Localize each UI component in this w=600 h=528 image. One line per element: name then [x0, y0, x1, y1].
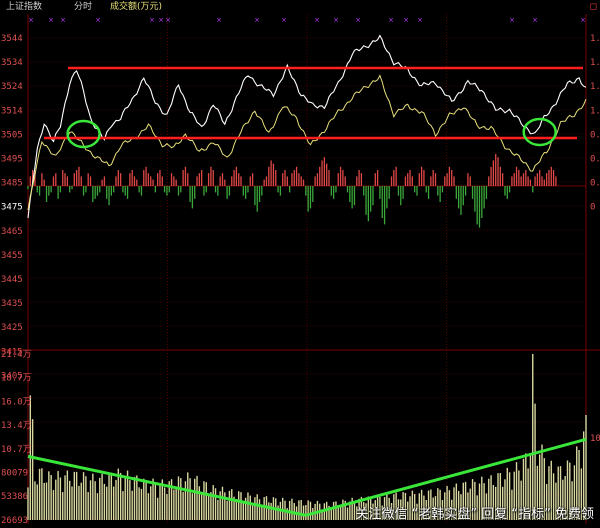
- mode-label: 分时: [74, 2, 93, 12]
- marker-x: ×: [95, 16, 101, 24]
- right-tick-label: 0.2: [590, 179, 600, 189]
- y-tick-label: 3425: [1, 323, 23, 333]
- marker-x: ×: [355, 16, 361, 24]
- y-tick-label: 3435: [1, 299, 23, 309]
- marker-x: ×: [216, 16, 222, 24]
- y-tick-label: 3544: [1, 34, 23, 44]
- marker-x: ×: [149, 16, 155, 24]
- intraday-chart: × × × × × × × × × × × × × × × × × × × 35443534352435143505…: [0, 14, 600, 526]
- marker-x: ×: [165, 16, 171, 24]
- watermark-text: 关注微信 “老韩实盘” 回复 “指标” 免费领: [355, 507, 594, 522]
- y-tick-label: 3524: [1, 82, 23, 92]
- volume-tick-label: 18.7万: [1, 374, 32, 384]
- marker-x: ×: [532, 16, 538, 24]
- macd-bars: [27, 154, 557, 228]
- y-tick-label: 3465: [1, 227, 23, 237]
- right-tick-label: 1.3: [590, 82, 600, 92]
- marker-x: ×: [254, 16, 260, 24]
- right-tick-label: 0.7: [590, 130, 600, 140]
- volume-tick-label: 80079: [1, 469, 28, 479]
- marker-x: ×: [388, 16, 394, 24]
- marker-x: ×: [28, 16, 34, 24]
- y-tick-label: 3505: [1, 130, 23, 140]
- right-tick-label: 0: [590, 203, 595, 213]
- right-tick-label: 1.6: [590, 58, 600, 68]
- volume-legend: 成交额(万元): [110, 2, 163, 12]
- y-tick-label: 3485: [1, 179, 23, 189]
- right-tick-label: 1.0: [590, 106, 600, 116]
- right-axis-ticks: 1.9 1.6 1.3 1.0 0.7 0.5 0.2 0 10: [590, 34, 600, 444]
- y-tick-label: 3475: [1, 203, 23, 213]
- marker-x: ×: [509, 16, 515, 24]
- corner-icon: ◻: [589, 2, 597, 12]
- volume-tick-label: 10.7万: [1, 445, 32, 455]
- y-tick-label: 3455: [1, 251, 23, 261]
- volume-tick-label: 13.4万: [1, 421, 32, 431]
- marker-x: ×: [417, 16, 423, 24]
- marker-x: ×: [403, 16, 409, 24]
- y-axis-ticks: 3544 3534 3524 3514 3505 3495 3485 3475 3465 3455…: [1, 34, 32, 526]
- y-tick-label: 3514: [1, 106, 23, 116]
- marker-x: ×: [333, 16, 339, 24]
- y-tick-label: 3445: [1, 275, 23, 285]
- index-title: 上证指数: [6, 2, 43, 12]
- marker-x: ×: [580, 16, 586, 24]
- y-tick-label: 3495: [1, 155, 23, 165]
- marker-x: ×: [158, 16, 164, 24]
- marker-x: ×: [60, 16, 66, 24]
- right-tick-label: 0.5: [590, 155, 600, 165]
- marker-x: ×: [314, 16, 320, 24]
- highlight-circle: [522, 117, 557, 147]
- marker-x: ×: [48, 16, 54, 24]
- y-tick-label: 3534: [1, 58, 23, 68]
- volume-tick-label: 26693: [1, 516, 28, 526]
- marker-x: ×: [281, 16, 287, 24]
- volume-tick-label: 21.4万: [1, 350, 32, 360]
- volume-tick-label: 53386: [1, 492, 28, 502]
- volume-tick-label: 16.0万: [1, 397, 32, 407]
- grid: [0, 14, 600, 524]
- right-tick-label: 1.9: [590, 34, 600, 44]
- right-tick-label: 10: [590, 434, 600, 444]
